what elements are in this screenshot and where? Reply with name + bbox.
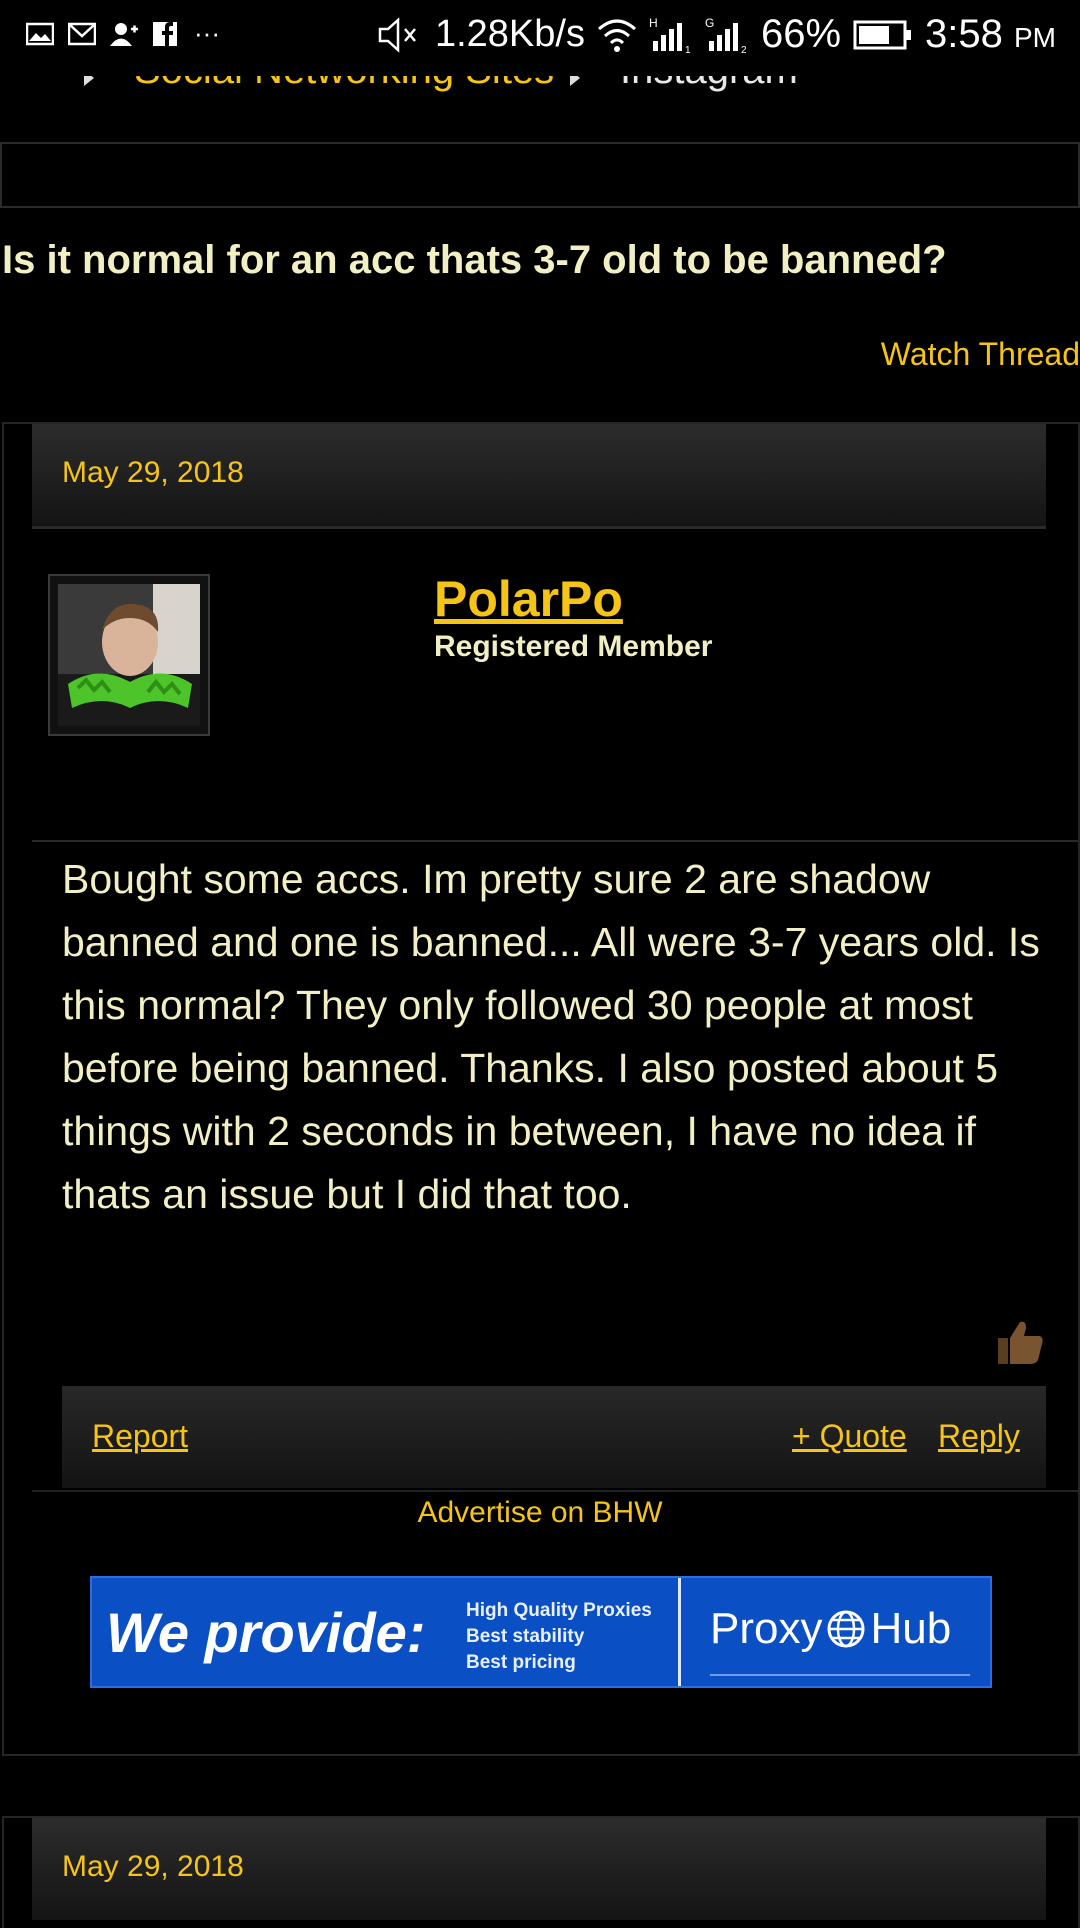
reply-link[interactable]: Reply [938,1418,1020,1455]
report-link[interactable]: Report [92,1418,188,1455]
post-divider [32,840,1078,842]
quote-link[interactable]: + Quote [792,1418,907,1455]
advertise-link[interactable]: Advertise on BHW [0,1496,1080,1530]
mute-icon [378,16,416,53]
username-link[interactable]: PolarPo [434,570,623,628]
avatar[interactable] [48,574,210,736]
ad-divider [32,1490,1078,1492]
gallery-icon [26,22,54,45]
signal-g-icon: G2 [705,16,747,55]
banner-feature: Best stability [466,1626,585,1647]
banner-headline: We provide: [106,1601,426,1664]
post-header: May 29, 2018 [32,424,1046,529]
add-contact-icon [110,22,138,46]
post-body: Bought some accs. Im pretty sure 2 are s… [62,856,1040,1217]
svg-text:G: G [705,16,714,30]
banner-underline [710,1674,970,1676]
post-date: May 29, 2018 [62,456,244,489]
banner-brand-left: Proxy [710,1604,823,1653]
next-post-header: May 29, 2018 [32,1818,1046,1920]
proxyhub-banner[interactable]: We provide: High Quality Proxies Best st… [90,1576,992,1688]
banner-feature: Best pricing [466,1652,576,1673]
battery-percent: 66% [760,12,842,56]
banner-brand: Proxy Hub [710,1604,951,1654]
signal-h-icon: H1 [649,16,691,55]
svg-text:H: H [649,16,658,30]
thread-title: Is it normal for an acc thats 3-7 old to… [2,238,947,282]
svg-text:1: 1 [685,45,691,55]
banner-feature: High Quality Proxies [466,1600,652,1621]
clock-ampm: PM [1014,22,1056,53]
network-speed: 1.28Kb/s [434,13,585,55]
battery-icon [853,20,912,49]
globe-icon [827,1610,865,1648]
more-notifications-icon: ··· [194,18,220,48]
user-photo-icon [58,584,200,726]
banner-features: High Quality Proxies Best stability Best… [466,1598,652,1676]
facebook-icon [153,21,177,46]
banner-brand-right: Hub [870,1604,952,1653]
watch-thread-link[interactable]: Watch Thread [881,336,1080,373]
next-post-date: May 29, 2018 [62,1850,244,1883]
gmail-icon [68,22,96,45]
notification-icons: ··· [26,18,220,49]
status-bar: ··· 1.28Kb/s H1 G2 66% 3:58 PM [0,0,1080,76]
avatar-image [58,584,200,726]
post-actions-bar: Report + Quote Reply [62,1386,1046,1488]
banner-separator [678,1578,681,1686]
thumbs-up-icon[interactable] [994,1316,1046,1368]
status-right: 1.28Kb/s H1 G2 66% 3:58 PM [377,12,1056,57]
user-role: Registered Member [434,630,713,663]
wifi-icon [597,19,636,52]
empty-banner-bar [0,142,1080,208]
svg-text:2: 2 [741,45,747,55]
clock-time: 3:58 [925,12,1003,56]
clock: 3:58 PM [925,12,1056,57]
